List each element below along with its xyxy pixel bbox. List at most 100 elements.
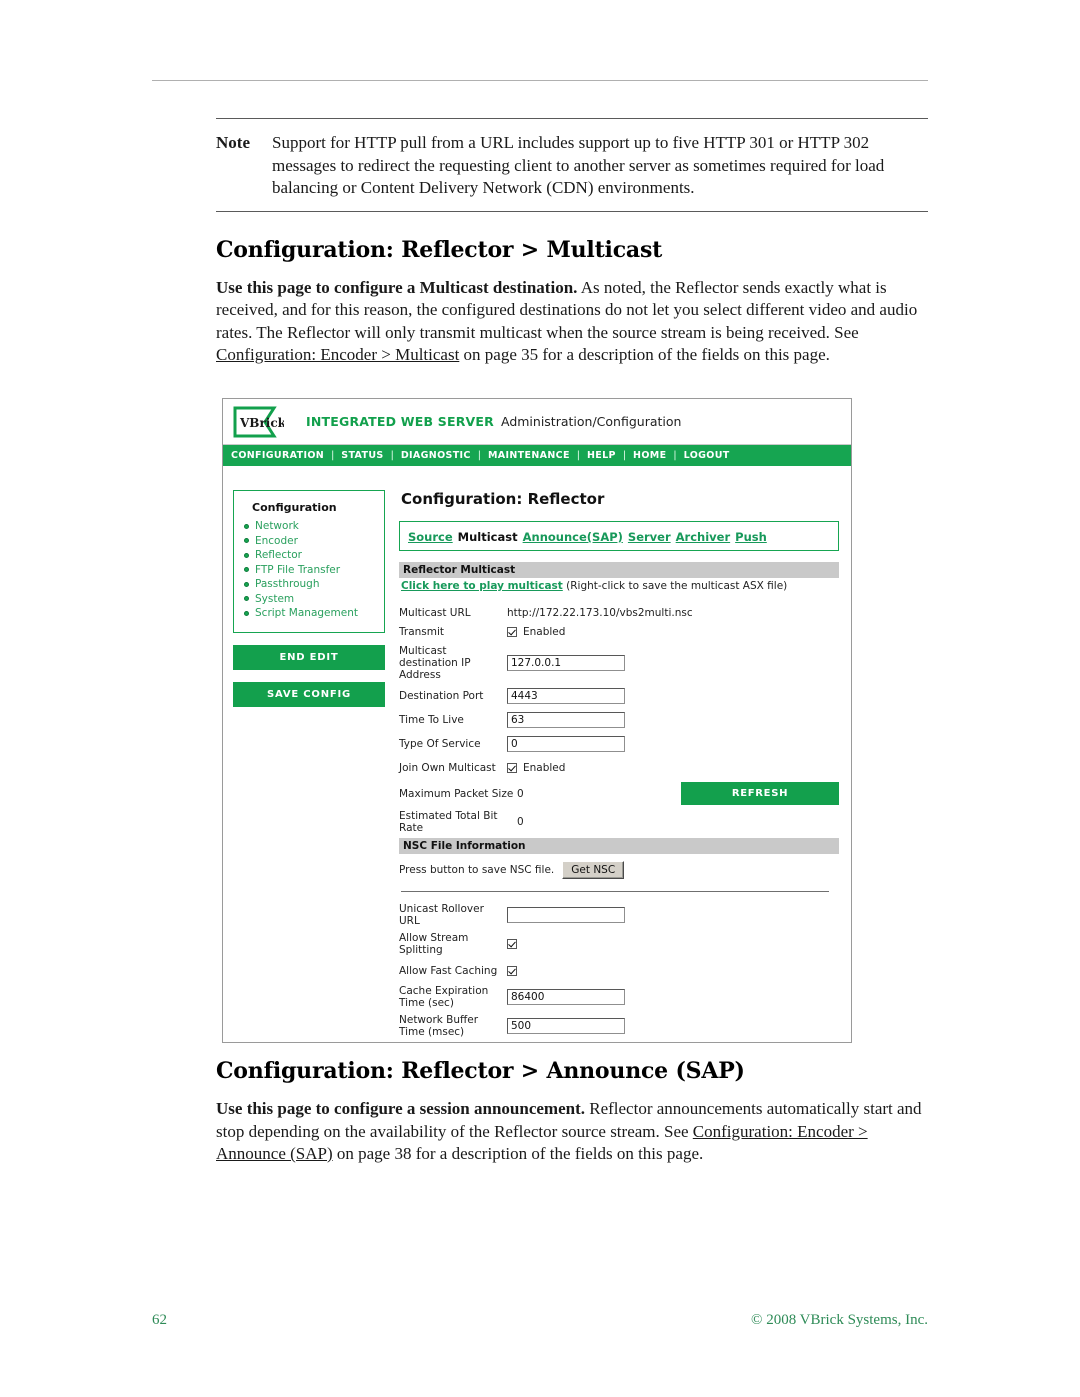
sidebar-box: Configuration Network Encoder Reflector … <box>233 490 385 633</box>
sidebar-item-ftp-file-transfer[interactable]: FTP File Transfer <box>244 564 374 576</box>
product-name: INTEGRATED WEB SERVER <box>306 414 494 429</box>
nav-item-configuration[interactable]: CONFIGURATION <box>231 450 324 461</box>
play-multicast-link[interactable]: Click here to play multicast <box>401 580 563 592</box>
app-header: VBrick INTEGRATED WEB SERVER Administrat… <box>223 399 851 445</box>
field-row-network-buffer-time: Network Buffer Time (msec) <box>399 1014 839 1038</box>
nav-separator: | <box>673 450 677 461</box>
sidebar-item-label: FTP File Transfer <box>255 563 341 576</box>
network-buffer-time-input[interactable] <box>507 1018 625 1034</box>
transmit-checkbox[interactable] <box>507 626 517 637</box>
nav-item-maintenance[interactable]: MAINTENANCE <box>488 450 570 461</box>
sidebar-item-label: Script Management <box>255 607 358 619</box>
sidebar-item-label: Network <box>255 520 299 532</box>
time-to-live-label: Time To Live <box>399 713 464 726</box>
maximum-packet-size-label: Maximum Packet Size <box>399 787 514 800</box>
section-header-reflector-multicast: Reflector Multicast <box>399 562 839 578</box>
sidebar-item-reflector[interactable]: Reflector <box>244 549 374 561</box>
bullet-icon <box>244 538 249 543</box>
tab-source[interactable]: Source <box>408 530 453 544</box>
note-text: Support for HTTP pull from a URL include… <box>272 133 885 197</box>
svg-text:VBrick: VBrick <box>239 416 284 430</box>
nav-item-home[interactable]: HOME <box>633 450 666 461</box>
sidebar-item-passthrough[interactable]: Passthrough <box>244 578 374 590</box>
nav-separator: | <box>622 450 627 461</box>
type-of-service-input[interactable] <box>507 735 625 752</box>
end-edit-button[interactable]: END EDIT <box>233 644 385 670</box>
sidebar-item-encoder[interactable]: Encoder <box>244 535 374 547</box>
network-buffer-time-label: Network Buffer Time (msec) <box>399 1014 479 1038</box>
play-multicast-hint: (Right-click to save the multicast ASX f… <box>566 580 788 592</box>
nav-item-status[interactable]: STATUS <box>341 450 383 461</box>
tab-multicast[interactable]: Multicast <box>458 530 518 544</box>
join-own-multicast-checkbox-label: Enabled <box>523 761 566 774</box>
sidebar-item-label: System <box>255 592 295 605</box>
note-label: Note <box>216 133 250 152</box>
nsc-prompt-label: Press button to save NSC file. <box>399 864 555 876</box>
tab-archiver[interactable]: Archiver <box>676 530 731 544</box>
embedded-app-screenshot: VBrick INTEGRATED WEB SERVER Administrat… <box>222 398 852 1043</box>
tab-push[interactable]: Push <box>735 530 767 544</box>
join-own-multicast-checkbox[interactable] <box>507 762 517 773</box>
bullet-icon <box>244 596 249 601</box>
nav-separator: | <box>331 450 335 461</box>
vbrick-logo-icon: VBrick <box>232 406 284 438</box>
nav-item-diagnostic[interactable]: DIAGNOSTIC <box>401 450 471 461</box>
sidebar-item-label: Reflector <box>255 549 302 561</box>
allow-stream-splitting-checkbox[interactable] <box>507 939 517 949</box>
estimated-bit-rate-value: 0 <box>517 816 524 828</box>
sidebar-item-system[interactable]: System <box>244 593 374 605</box>
play-multicast-row: Click here to play multicast (Right-clic… <box>401 580 839 592</box>
section-body-multicast: Use this page to configure a Multicast d… <box>216 277 928 367</box>
form-divider <box>401 891 829 892</box>
section-heading-multicast: Configuration: Reflector > Multicast <box>216 236 663 263</box>
nav-separator: | <box>390 450 394 461</box>
document-content-lower: Configuration: Reflector > Announce (SAP… <box>216 1058 928 1166</box>
allow-fast-caching-checkbox[interactable] <box>507 965 517 976</box>
field-row-transmit: Transmit Enabled <box>399 622 839 641</box>
unicast-rollover-url-input[interactable] <box>507 907 625 923</box>
page-footer: 62 © 2008 VBrick Systems, Inc. <box>152 1312 928 1329</box>
transmit-label: Transmit <box>399 625 445 638</box>
save-config-button[interactable]: SAVE CONFIG <box>233 681 385 707</box>
page-title: Configuration: Reflector <box>401 490 605 508</box>
multicast-url-label: Multicast URL <box>399 606 471 619</box>
field-row-maximum-packet-size: Maximum Packet Size 0 REFRESH <box>399 782 839 805</box>
estimated-bit-rate-label: Estimated Total Bit Rate <box>399 810 498 834</box>
bullet-icon <box>244 610 249 616</box>
field-row-allow-fast-caching: Allow Fast Caching <box>399 961 839 980</box>
cache-expiration-time-label: Cache Expiration Time (sec) <box>399 985 489 1009</box>
sidebar-item-network[interactable]: Network <box>244 520 374 532</box>
bullet-icon <box>244 552 249 558</box>
destination-ip-input[interactable] <box>507 655 625 671</box>
field-row-join-own-multicast: Join Own Multicast Enabled <box>399 758 839 777</box>
multicast-url-value: http://172.22.173.10/vbs2multi.nsc <box>507 606 693 619</box>
allow-stream-splitting-label: Allow Stream Splitting <box>399 932 469 956</box>
bullet-icon <box>244 523 249 529</box>
join-own-multicast-label: Join Own Multicast <box>399 761 496 774</box>
cross-reference-link[interactable]: Configuration: Encoder > Multicast <box>216 345 459 364</box>
copyright-notice: © 2008 VBrick Systems, Inc. <box>751 1312 928 1328</box>
nav-item-logout[interactable]: LOGOUT <box>684 450 730 461</box>
bullet-icon <box>244 567 249 572</box>
allow-fast-caching-label: Allow Fast Caching <box>399 964 498 977</box>
sidebar: Configuration Network Encoder Reflector … <box>233 490 385 1042</box>
nav-item-help[interactable]: HELP <box>587 450 616 461</box>
destination-port-input[interactable] <box>507 687 625 704</box>
tab-server[interactable]: Server <box>628 530 671 544</box>
sidebar-title: Configuration <box>252 501 337 514</box>
app-navbar: CONFIGURATION | STATUS | DIAGNOSTIC | MA… <box>223 445 851 466</box>
sidebar-item-script-management[interactable]: Script Management <box>244 607 374 619</box>
tab-announce-sap[interactable]: Announce(SAP) <box>523 530 623 544</box>
nsc-row: Press button to save NSC file. Get NSC <box>399 861 839 879</box>
field-row-destination-ip: Multicast destination IP Address <box>399 645 839 681</box>
get-nsc-button[interactable]: Get NSC <box>562 861 625 879</box>
nav-separator: | <box>576 450 580 461</box>
sidebar-item-label: Passthrough <box>255 578 320 590</box>
time-to-live-input[interactable] <box>507 711 625 728</box>
lead-text: Use this page to configure a Multicast d… <box>216 277 578 297</box>
maximum-packet-size-value: 0 <box>517 787 524 800</box>
multicast-form: Multicast URL http://172.22.173.10/vbs2m… <box>399 603 839 1042</box>
document-content: Note Support for HTTP pull from a URL in… <box>216 118 928 367</box>
cache-expiration-time-input[interactable] <box>507 989 625 1005</box>
refresh-button[interactable]: REFRESH <box>681 782 839 805</box>
